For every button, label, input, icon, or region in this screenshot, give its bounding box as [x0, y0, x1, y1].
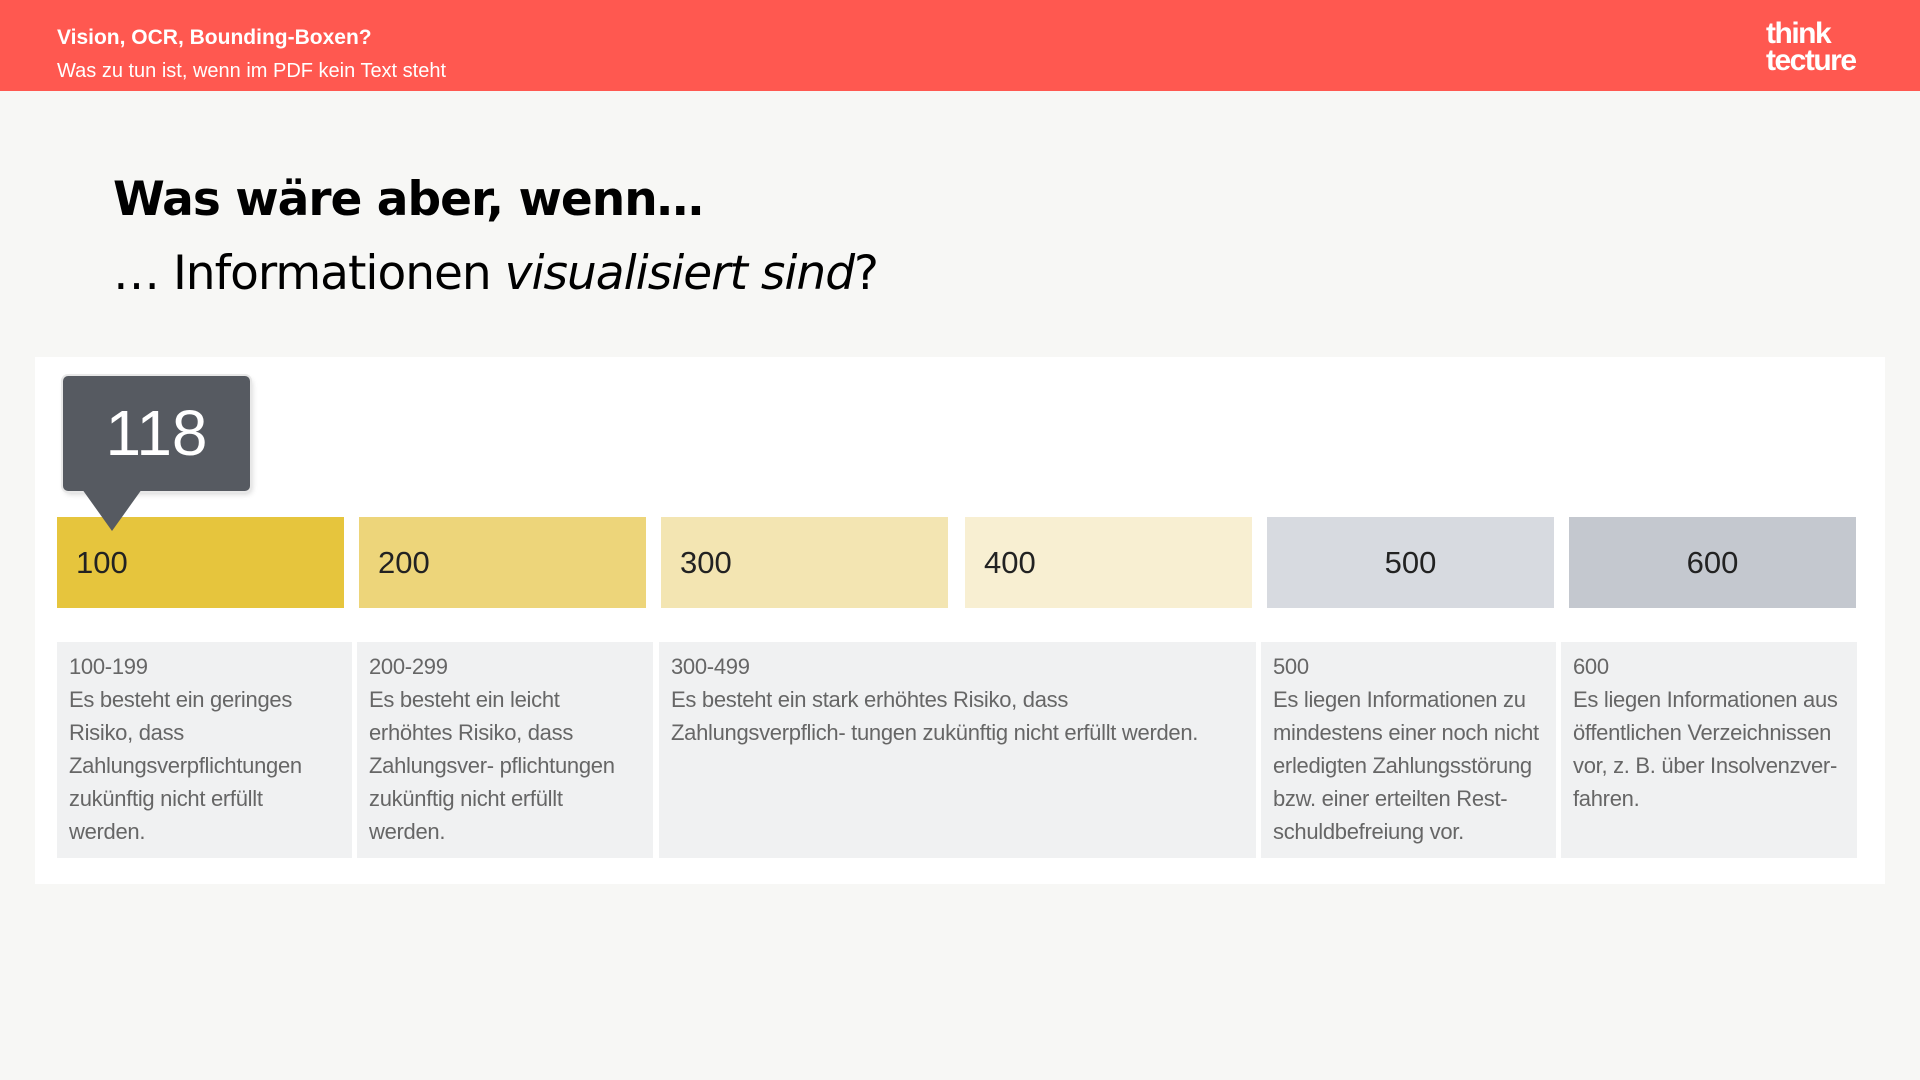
- description-600: 600 Es liegen Informationen aus öffentli…: [1561, 642, 1857, 858]
- description-text: Es besteht ein geringes Risiko, dass Zah…: [69, 687, 302, 844]
- logo-line-tecture: tecture: [1766, 44, 1857, 77]
- subheading-prefix: … Informationen: [113, 246, 505, 301]
- description-200-299: 200-299 Es besteht ein leicht erhöhtes R…: [357, 642, 653, 858]
- description-300-499: 300-499 Es besteht ein stark erhöhtes Ri…: [659, 642, 1256, 858]
- subheading-suffix: ?: [854, 246, 879, 301]
- score-band-500: 500: [1267, 517, 1554, 608]
- description-text: Es liegen Informationen aus öffentlichen…: [1573, 687, 1838, 811]
- header-subtitle: Was zu tun ist, wenn im PDF kein Text st…: [57, 60, 447, 82]
- description-range: 200-299: [369, 654, 448, 679]
- description-range: 300-499: [671, 654, 750, 679]
- logo-line-think: think: [1766, 17, 1832, 50]
- score-band-600: 600: [1569, 517, 1856, 608]
- description-range: 500: [1273, 654, 1309, 679]
- score-band-200: 200: [359, 517, 646, 608]
- description-100-199: 100-199 Es besteht ein geringes Risiko, …: [57, 642, 352, 858]
- description-range: 100-199: [69, 654, 148, 679]
- description-text: Es besteht ein leicht erhöhtes Risiko, d…: [369, 687, 615, 844]
- thinktecture-logo: think tecture: [1766, 17, 1866, 77]
- description-range: 600: [1573, 654, 1609, 679]
- header-title: Vision, OCR, Bounding-Boxen?: [57, 26, 372, 49]
- description-500: 500 Es liegen Informationen zu mindesten…: [1261, 642, 1556, 858]
- subheading-italic: visualisiert sind: [504, 246, 855, 301]
- slide-subheading: … Informationen visualisiert sind?: [113, 246, 879, 301]
- score-callout-pointer: [82, 489, 142, 531]
- slide-heading: Was wäre aber, wenn…: [113, 172, 704, 227]
- score-callout: 118: [63, 376, 250, 491]
- score-band-300: 300: [661, 517, 948, 608]
- description-text: Es liegen Informationen zu mindestens ei…: [1273, 687, 1539, 844]
- score-band-400: 400: [965, 517, 1252, 608]
- description-text: Es besteht ein stark erhöhtes Risiko, da…: [671, 687, 1199, 745]
- slide-header: Vision, OCR, Bounding-Boxen? Was zu tun …: [0, 0, 1920, 91]
